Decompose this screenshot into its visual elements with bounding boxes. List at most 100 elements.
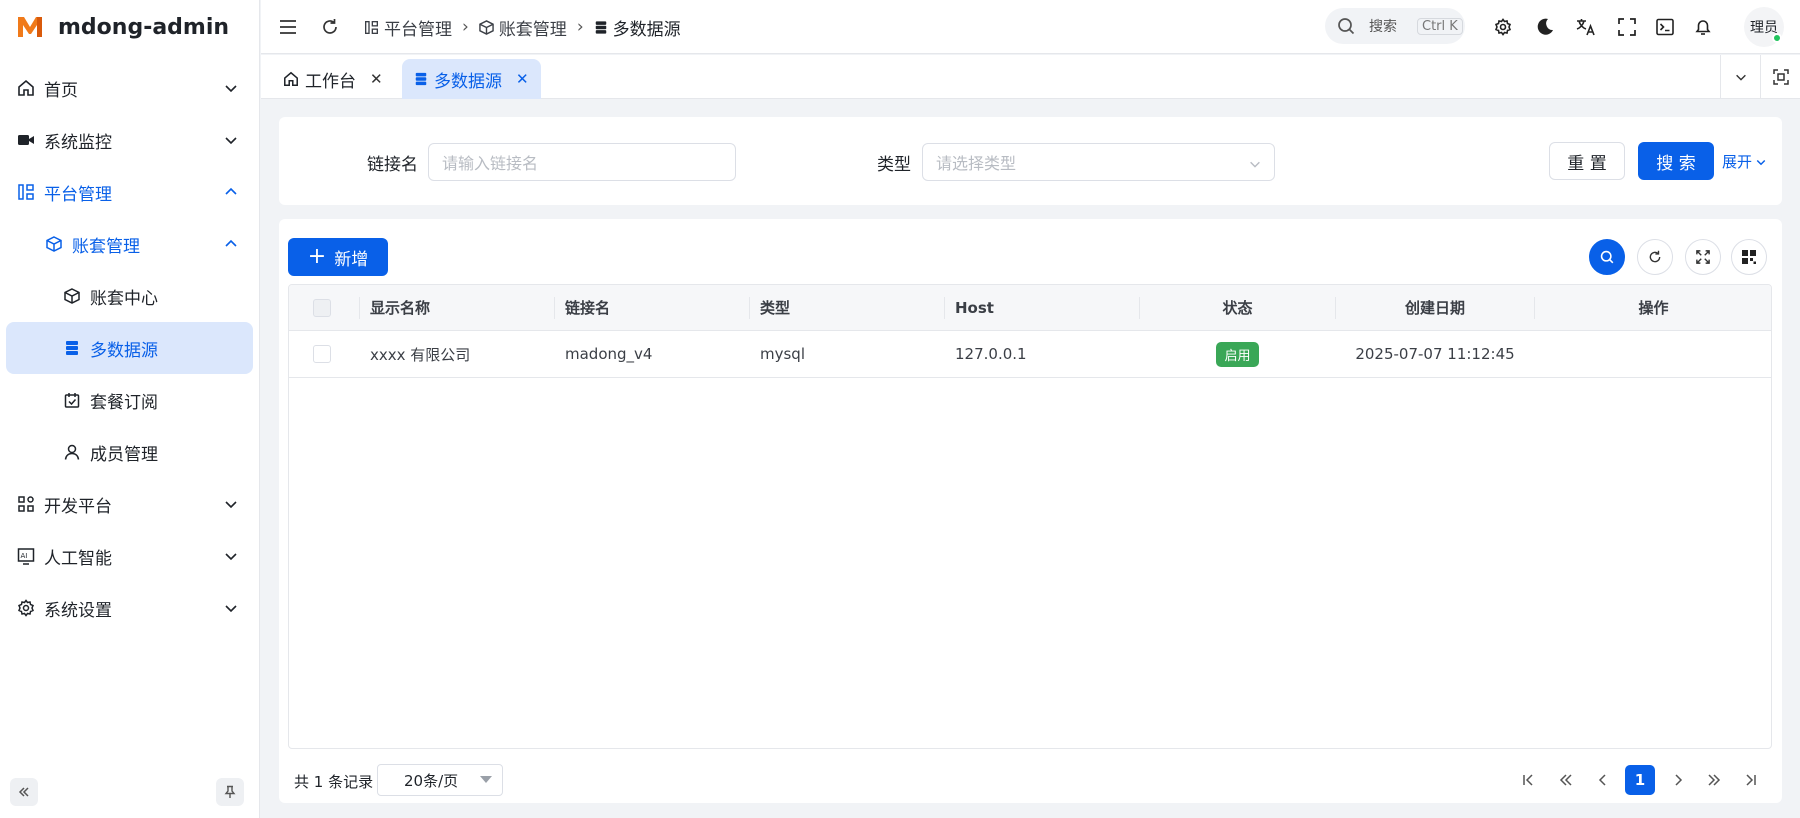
first-page-button[interactable]	[1514, 765, 1544, 795]
chevron-up-icon	[225, 239, 237, 247]
hamburger-icon	[280, 20, 296, 34]
menu-toggle-button[interactable]	[276, 15, 300, 39]
table-row[interactable]: xxxx 有限公司 madong_v4 mysql 127.0.0.1 启用 2…	[289, 331, 1771, 378]
tab-tools	[1720, 55, 1800, 99]
search-button[interactable]: 搜 索	[1638, 142, 1714, 180]
cell-display-name: xxxx 有限公司	[370, 345, 471, 364]
tab-list-dropdown[interactable]	[1720, 55, 1760, 99]
home-icon	[284, 71, 298, 86]
gear-icon	[16, 598, 36, 618]
fullscreen-button[interactable]	[1615, 15, 1639, 39]
table-fullscreen-button[interactable]	[1685, 239, 1721, 275]
link-name-input[interactable]: 请输入链接名	[428, 143, 736, 181]
sidebar-item-label: 人工智能	[44, 548, 112, 569]
tab-multi-datasource[interactable]: 多数据源 ✕	[402, 59, 541, 99]
close-icon[interactable]: ✕	[370, 70, 383, 88]
column-header-type[interactable]: 类型	[750, 285, 945, 330]
previous-group-button[interactable]	[1551, 765, 1581, 795]
page-size-select[interactable]: 20条/页	[377, 764, 503, 796]
global-search[interactable]: 搜索 Ctrl K	[1325, 8, 1465, 44]
caret-down-icon	[480, 776, 492, 783]
sidebar-item-label: 系统设置	[44, 600, 112, 621]
collapse-sidebar-button[interactable]	[10, 778, 38, 806]
sidebar-item-subscription[interactable]: 套餐订阅	[6, 374, 253, 426]
language-button[interactable]	[1574, 15, 1598, 39]
column-settings-button[interactable]	[1731, 239, 1767, 275]
close-icon[interactable]: ✕	[516, 70, 529, 88]
tab-label: 多数据源	[434, 71, 502, 92]
tab-workbench[interactable]: 工作台 ✕	[271, 59, 395, 99]
tab-bar: 工作台 ✕ 多数据源 ✕	[261, 55, 1800, 99]
expand-filters-link[interactable]: 展开	[1722, 151, 1767, 172]
cube-icon	[62, 286, 82, 306]
sidebar-item-label: 多数据源	[90, 340, 158, 361]
breadcrumb-item-platform[interactable]: 平台管理	[364, 15, 452, 40]
sidebar-item-dev-platform[interactable]: 开发平台	[6, 478, 253, 530]
sidebar-item-label: 首页	[44, 80, 78, 101]
column-header-link-name[interactable]: 链接名	[555, 285, 750, 330]
maximize-content-button[interactable]	[1760, 55, 1800, 99]
type-select[interactable]: 请选择类型	[922, 143, 1275, 181]
last-page-button[interactable]	[1735, 765, 1765, 795]
tab-label: 工作台	[305, 71, 356, 92]
filter-form: 链接名 请输入链接名 类型 请选择类型 重 置 搜 索 展开	[279, 117, 1782, 205]
double-chevron-left-icon	[1559, 774, 1572, 786]
chevron-down-icon	[225, 137, 237, 145]
search-icon	[1338, 18, 1355, 35]
apps-icon	[16, 494, 36, 514]
refresh-button[interactable]	[318, 15, 342, 39]
toggle-search-button[interactable]	[1589, 239, 1625, 275]
sidebar-item-label: 开发平台	[44, 496, 112, 517]
sidebar-item-account-center[interactable]: 账套中心	[6, 270, 253, 322]
sidebar-menu: 首页 系统监控 平台管理 账套管理 账套中心 多数据源 套餐订阅 成员管理 开发…	[0, 62, 259, 634]
breadcrumb: 平台管理 › 账套管理 › 多数据源	[364, 0, 681, 54]
gear-icon	[1494, 18, 1512, 36]
logo[interactable]: mdong-admin	[0, 0, 259, 54]
sidebar-item-members[interactable]: 成员管理	[6, 426, 253, 478]
sidebar-item-multi-datasource[interactable]: 多数据源	[6, 322, 253, 374]
theme-toggle-button[interactable]	[1533, 15, 1557, 39]
moon-icon	[1537, 18, 1553, 35]
bell-icon	[1695, 20, 1711, 35]
select-all-checkbox[interactable]	[313, 298, 331, 317]
sidebar-item-home[interactable]: 首页	[6, 62, 253, 114]
sidebar-item-label: 账套管理	[72, 236, 140, 257]
search-shortcut: Ctrl K	[1417, 17, 1463, 35]
table-refresh-button[interactable]	[1637, 239, 1673, 275]
previous-page-button[interactable]	[1588, 765, 1618, 795]
sidebar-bottom	[0, 778, 260, 810]
refresh-icon	[323, 19, 337, 34]
pin-sidebar-button[interactable]	[216, 778, 244, 806]
row-checkbox[interactable]	[313, 345, 331, 363]
sidebar-item-account-sets[interactable]: 账套管理	[6, 218, 253, 270]
terminal-button[interactable]	[1653, 15, 1677, 39]
breadcrumb-item-account-sets[interactable]: 账套管理	[479, 15, 567, 40]
sidebar-item-monitor[interactable]: 系统监控	[6, 114, 253, 166]
scan-icon	[1772, 69, 1789, 85]
sidebar-item-settings[interactable]: 系统设置	[6, 582, 253, 634]
database-icon	[415, 72, 427, 86]
data-table: 显示名称 链接名 类型 Host 状态 创建日期 操作 xxxx 有限公司 ma…	[288, 284, 1772, 749]
double-chevron-right-icon	[1708, 774, 1721, 786]
sidebar-item-platform[interactable]: 平台管理	[6, 166, 253, 218]
add-button[interactable]: + 新增	[288, 238, 388, 276]
online-status-dot	[1772, 33, 1782, 43]
settings-button[interactable]	[1491, 15, 1515, 39]
sidebar-item-label: 套餐订阅	[90, 392, 158, 413]
column-header-created-date[interactable]: 创建日期	[1336, 285, 1534, 330]
cell-created-date: 2025-07-07 11:12:45	[1355, 345, 1515, 363]
user-avatar[interactable]: 理员	[1744, 7, 1784, 47]
cube-icon	[44, 234, 64, 254]
column-header-host[interactable]: Host	[945, 285, 1140, 330]
column-header-status[interactable]: 状态	[1140, 285, 1335, 330]
breadcrumb-separator-icon: ›	[576, 17, 584, 37]
select-all-checkbox-cell	[313, 285, 353, 330]
sidebar-item-ai[interactable]: AI 人工智能	[6, 530, 253, 582]
page-number-button[interactable]: 1	[1625, 765, 1655, 795]
notifications-button[interactable]	[1691, 15, 1715, 39]
column-header-display-name[interactable]: 显示名称	[360, 285, 555, 330]
refresh-icon	[1649, 250, 1661, 263]
next-page-button[interactable]	[1663, 765, 1693, 795]
next-group-button[interactable]	[1699, 765, 1729, 795]
reset-button[interactable]: 重 置	[1549, 142, 1625, 180]
